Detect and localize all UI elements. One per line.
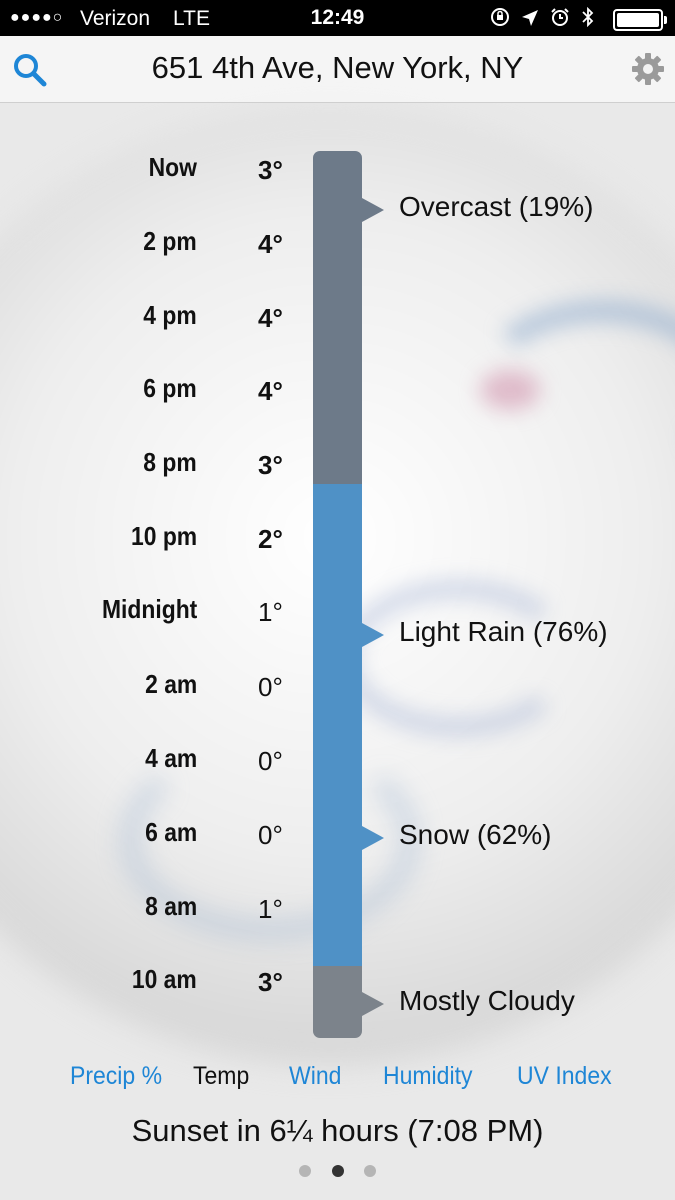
condition-label: Light Rain (76%): [399, 616, 608, 647]
forecast-time: 8 am: [144, 891, 197, 921]
forecast-time: 8 pm: [143, 447, 197, 477]
tab-humidity[interactable]: Humidity: [383, 1062, 472, 1091]
search-icon[interactable]: [12, 52, 48, 88]
pointer-arrow-icon: [362, 826, 384, 850]
tab-precip[interactable]: Precip %: [70, 1062, 162, 1091]
page-dot[interactable]: [363, 1165, 376, 1177]
mostly-cloudy-segment: [313, 966, 362, 1038]
forecast-time: Now: [148, 152, 197, 182]
forecast-temp: 0°: [258, 820, 283, 850]
pointer-arrow-icon: [362, 992, 384, 1016]
forecast-time: 10 pm: [130, 521, 197, 551]
forecast-time: 4 pm: [143, 300, 197, 330]
forecast-temp: 1°: [258, 894, 283, 924]
precipitation-segment: [313, 484, 362, 966]
battery-fill: [617, 13, 659, 27]
forecast-time: 6 pm: [143, 373, 197, 403]
location-arrow-icon: [521, 10, 538, 26]
tab-temp[interactable]: Temp: [193, 1062, 249, 1091]
page-indicator[interactable]: [0, 1164, 675, 1182]
status-icons: [490, 6, 595, 29]
forecast-temp: 3°: [258, 155, 283, 185]
forecast-temp: 4°: [258, 303, 283, 333]
forecast-temp: 2°: [258, 524, 283, 554]
bluetooth-icon: [582, 6, 594, 28]
condition-label: Mostly Cloudy: [399, 985, 575, 1016]
forecast-time: 10 am: [132, 964, 197, 994]
condition-label: Overcast (19%): [399, 191, 594, 222]
alarm-clock-icon: [551, 8, 569, 26]
metric-tab-bar: Precip % Temp Wind Humidity UV Index: [0, 1062, 675, 1098]
pointer-arrow-icon: [362, 623, 384, 647]
page-dot-current[interactable]: [331, 1165, 344, 1177]
battery-icon: [613, 9, 667, 31]
overcast-segment: [313, 151, 362, 484]
forecast-time: 6 am: [144, 817, 197, 847]
rotation-lock-icon: [490, 8, 509, 26]
tab-wind[interactable]: Wind: [289, 1062, 341, 1091]
tab-uv-index[interactable]: UV Index: [517, 1062, 612, 1091]
forecast-time: Midnight: [101, 594, 197, 624]
forecast-temp: 4°: [258, 229, 283, 259]
status-bar: ●●●●○ Verizon LTE 12:49: [0, 0, 675, 36]
forecast-temp: 3°: [258, 450, 283, 480]
forecast-time: 4 am: [144, 743, 197, 773]
forecast-temp: 1°: [258, 597, 283, 627]
page-dot[interactable]: [299, 1165, 312, 1177]
forecast-temp: 4°: [258, 376, 283, 406]
conditions-bar[interactable]: [313, 151, 362, 1038]
condition-label: Snow (62%): [399, 819, 552, 850]
sunset-info: Sunset in 6¼ hours (7:08 PM): [131, 1113, 544, 1148]
forecast-temp: 0°: [258, 746, 283, 776]
forecast-time: 2 pm: [143, 226, 197, 256]
gear-icon[interactable]: [631, 52, 665, 86]
forecast-temp: 3°: [258, 967, 283, 997]
forecast-time: 2 am: [144, 669, 197, 699]
navigation-bar: 651 4th Ave, New York, NY: [0, 36, 675, 103]
location-title[interactable]: 651 4th Ave, New York, NY: [60, 50, 615, 86]
pointer-arrow-icon: [362, 198, 384, 222]
forecast-temp: 0°: [258, 672, 283, 702]
